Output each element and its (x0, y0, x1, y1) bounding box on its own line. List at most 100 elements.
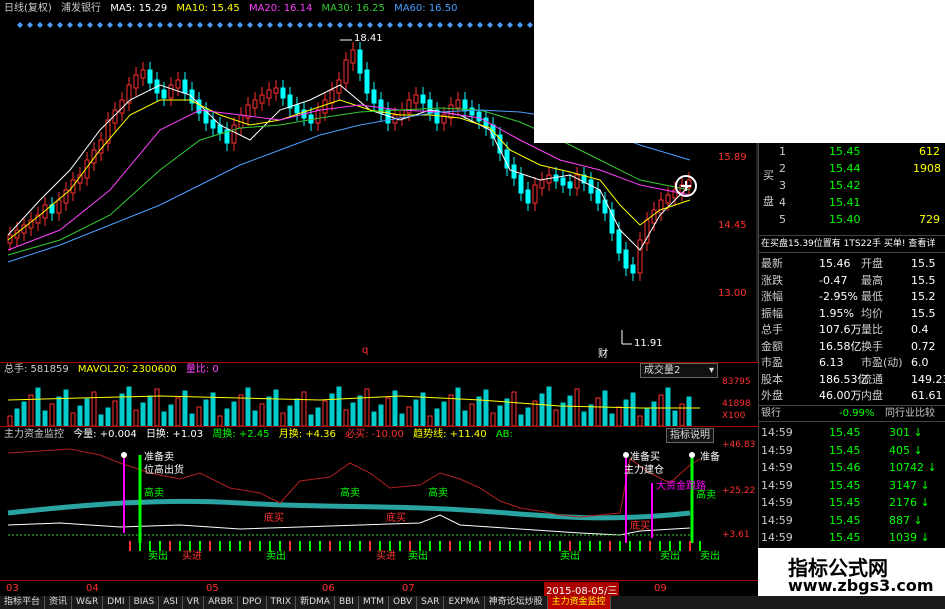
bid-level: 2 (779, 162, 786, 175)
indicator-help-button[interactable]: 指标说明 (666, 428, 714, 443)
volume-bar (189, 413, 195, 426)
tick-row: 14:59 15.45 405 ↓ (759, 442, 945, 459)
stat-cell: 总手 (761, 323, 783, 336)
bid-price: 15.41 (829, 196, 861, 209)
tick-cell: 14:59 (761, 478, 793, 492)
bid-row[interactable]: 4 15.41 (759, 194, 945, 211)
stat-row: 金额 16.58亿 换手 0.72 (759, 338, 945, 355)
stat-cell: 金额 (761, 339, 783, 353)
indicator-item: 必买: -10.00 (345, 429, 404, 440)
indicator-tab[interactable]: 神奇论坛炒股 (485, 596, 548, 609)
sector-label: 银行 (761, 408, 781, 419)
signal-label: 准备 (700, 452, 720, 463)
indicator-tab[interactable]: 主力资金监控 (547, 596, 611, 609)
stat-cell: 16.58亿 (819, 339, 862, 353)
chart-period[interactable]: 日线(复权) (4, 3, 52, 14)
indicator-tab[interactable]: ARBR (204, 596, 239, 609)
volume-bar (252, 410, 258, 426)
indicator-tab[interactable]: ASI (159, 596, 183, 609)
indicator-tab[interactable]: SAR (417, 596, 445, 609)
volume-bar (175, 397, 181, 426)
indicator-item: 周换: +2.45 (212, 429, 270, 440)
volume-bar (245, 387, 251, 426)
volume-bar (616, 406, 622, 426)
indicator-tab[interactable]: BIAS (130, 596, 160, 609)
volume-bar (462, 410, 468, 426)
volume-bar (595, 397, 601, 426)
tick-cell: 1039 ↓ (889, 531, 930, 544)
stat-cell: 0.72 (911, 339, 936, 353)
stat-cell: 市盈 (761, 356, 783, 369)
volume-bar (14, 408, 20, 426)
price-label-3: 13.00 (718, 288, 747, 299)
stat-cell: 流通 (861, 372, 883, 386)
indicator-item: 今量: +0.004 (73, 429, 137, 440)
signal-label: 位高出货 (144, 465, 184, 476)
bid-row[interactable]: 2 15.44 1908 (759, 160, 945, 177)
volume-bar (91, 391, 97, 426)
volume-bar (371, 411, 377, 426)
bid-volume: 612 (919, 145, 940, 158)
sector-row[interactable]: 银行 -0.99% 同行业比较 (759, 405, 945, 422)
indicator-tab[interactable]: DPO (238, 596, 267, 609)
volume-bar (357, 395, 363, 426)
indicator-tab[interactable]: VR (183, 596, 205, 609)
indicator-title[interactable]: 主力资金监控 (4, 429, 64, 440)
stat-cell: 15.2 (911, 290, 936, 303)
stat-row: 股本186.53亿流通149.23 (759, 371, 945, 388)
indicator-tab[interactable]: DMI (103, 596, 130, 609)
volume-bar (35, 387, 41, 426)
volume-bar (203, 399, 209, 426)
bid-row[interactable]: 1 15.45 612 (759, 143, 945, 160)
stat-row: 外盘 46.00万 内盘 61.61 (759, 387, 945, 404)
chart-header: 日线(复权) 浦发银行 MA5: 15.29 MA10: 15.45 MA20:… (4, 2, 463, 16)
indicator-tab[interactable]: 指标平台 (0, 596, 46, 609)
order-alert-bar[interactable]: 在买盘15.39位置有 1TS22手 买单! 查看详 (759, 235, 945, 253)
volume-bar (518, 414, 524, 426)
trade-label: 买进 (182, 551, 202, 562)
volume-bar (406, 406, 412, 426)
volume-bar (287, 405, 293, 426)
volume-bar (210, 392, 216, 426)
indicator-tab[interactable]: TRIX (267, 596, 297, 609)
indicator-tab[interactable]: 新DMA (296, 596, 335, 609)
stat-cell: 6.0 (911, 356, 929, 369)
volume-axis-2: 41898 (722, 399, 751, 409)
volume-bar (301, 391, 307, 426)
indicator-axis-3: +3.61 (722, 530, 750, 540)
bid-row[interactable]: 5 15.40 729 (759, 211, 945, 228)
tick-cell: 15.45 (829, 496, 861, 509)
stock-name: 浦发银行 (61, 3, 101, 14)
sector-compare-button[interactable]: 同行业比较 (885, 406, 935, 421)
volume-axis-3: X100 (722, 411, 746, 421)
volume-bar (469, 403, 475, 426)
volume-chart[interactable] (0, 378, 758, 426)
volume-header: 总手: 581859 MAVOL20: 2300600 量比: 0 (4, 363, 225, 377)
volume-bar (308, 414, 314, 426)
volume-bar (294, 398, 300, 426)
trend-band (7, 498, 691, 521)
volume-bar (420, 392, 426, 426)
indicator-axis-2: +25.22 (722, 486, 756, 496)
bid-row[interactable]: 3 15.42 (759, 177, 945, 194)
indicator-tab[interactable]: MTM (359, 596, 389, 609)
signal-label: 底买 (630, 521, 650, 532)
blank-area (534, 0, 945, 143)
indicator-tab[interactable]: 资讯 (45, 596, 73, 609)
volume-bar (490, 412, 496, 426)
x-tick: 03 (6, 583, 19, 594)
watermark: 指标公式网 www.zbgs3.com (758, 548, 945, 596)
stat-cell: 换手 (861, 339, 883, 353)
ma30-value: MA30: 16.25 (321, 3, 385, 14)
signal-label: 主力建仓 (624, 465, 664, 476)
indicator-tab[interactable]: OBV (389, 596, 418, 609)
indicator-tab[interactable]: BBI (335, 596, 359, 609)
volume-bar (154, 388, 160, 426)
indicator-tab[interactable]: EXPMA (444, 596, 485, 609)
volume-bar (98, 414, 104, 426)
indicator-tab[interactable]: W&R (72, 596, 104, 609)
volume-bar (476, 396, 482, 426)
volume-bar (455, 387, 461, 426)
volume-indicator-select[interactable]: 成交量2 ▾ (640, 363, 718, 378)
low-price-label: 11.91 (634, 338, 663, 349)
